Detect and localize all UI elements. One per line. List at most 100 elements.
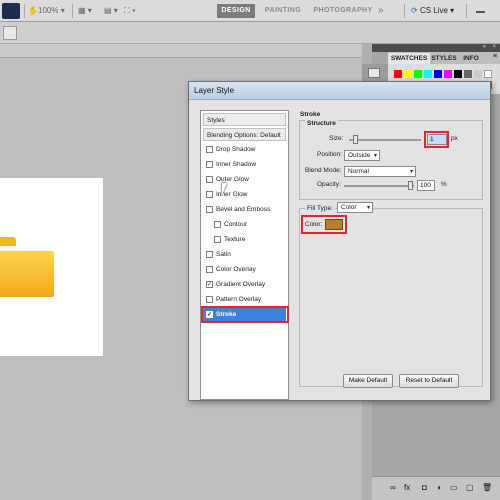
list-item-gradient-overlay[interactable]: ✓ Gradient Overlay bbox=[203, 278, 286, 291]
list-item-label: Pattern Overlay bbox=[216, 296, 262, 303]
satin-checkbox[interactable] bbox=[206, 251, 213, 258]
screen-mode-icon[interactable]: ⛶ ▾ bbox=[124, 4, 136, 18]
highlight-box bbox=[301, 215, 347, 234]
options-bar bbox=[0, 22, 500, 44]
link-layers-icon[interactable]: ∞ bbox=[390, 483, 396, 492]
separator bbox=[404, 4, 405, 18]
list-item-drop-shadow[interactable]: Drop Shadow bbox=[203, 143, 286, 156]
list-item-label: Inner Shadow bbox=[216, 161, 257, 168]
more-workspaces-button[interactable]: » bbox=[378, 4, 384, 18]
outer-glow-checkbox[interactable] bbox=[206, 176, 213, 183]
add-mask-icon[interactable]: ◘ bbox=[422, 483, 427, 492]
opacity-input[interactable]: 100 bbox=[417, 180, 435, 191]
size-slider-thumb[interactable] bbox=[353, 135, 358, 144]
workspace-painting[interactable]: PAINTING bbox=[260, 4, 306, 18]
list-item-label: Contour bbox=[224, 221, 248, 228]
opacity-slider-track[interactable] bbox=[344, 185, 414, 187]
layer-style-dialog: Layer Style Styles Blending Options: Def… bbox=[188, 81, 491, 401]
stroke-settings: Stroke Structure Size: 1 px Position: Ou… bbox=[299, 110, 483, 388]
drop-shadow-checkbox[interactable] bbox=[206, 146, 213, 153]
blend-mode-select[interactable]: Normal ▾ bbox=[344, 166, 416, 177]
separator bbox=[24, 4, 25, 18]
swatch[interactable] bbox=[464, 70, 472, 78]
ps-logo-icon bbox=[2, 3, 20, 19]
blend-mode-value: Normal bbox=[348, 168, 369, 175]
list-item-inner-glow[interactable]: Inner Glow bbox=[203, 188, 286, 201]
dialog-title: Layer Style bbox=[194, 86, 235, 95]
close-panels-icon[interactable]: × bbox=[492, 44, 496, 50]
dialog-title-bar[interactable]: Layer Style bbox=[189, 82, 490, 100]
position-select[interactable]: Outside ▾ bbox=[344, 150, 380, 161]
view-extras-icon[interactable]: ▦ ▾ bbox=[78, 4, 92, 18]
gradient-overlay-checkbox[interactable]: ✓ bbox=[206, 281, 213, 288]
swatch[interactable] bbox=[414, 70, 422, 78]
document-tab-bar bbox=[0, 44, 372, 58]
swatch[interactable] bbox=[394, 70, 402, 78]
list-item-satin[interactable]: Satin bbox=[203, 248, 286, 261]
inner-shadow-checkbox[interactable] bbox=[206, 161, 213, 168]
size-unit: px bbox=[451, 135, 458, 142]
separator bbox=[466, 4, 467, 18]
list-item-pattern-overlay[interactable]: Pattern Overlay bbox=[203, 293, 286, 306]
swatch[interactable] bbox=[454, 70, 462, 78]
inner-glow-checkbox[interactable] bbox=[206, 191, 213, 198]
bevel-emboss-checkbox[interactable] bbox=[206, 206, 213, 213]
list-item-inner-shadow[interactable]: Inner Shadow bbox=[203, 158, 286, 171]
panel-menu-icon[interactable]: ≡ bbox=[493, 53, 497, 60]
new-group-icon[interactable]: ▭ bbox=[450, 483, 458, 492]
cs-live-button[interactable]: ⟳ CS Live ▾ bbox=[411, 4, 454, 18]
list-item-label: Inner Glow bbox=[216, 191, 248, 198]
tool-preset-icon[interactable] bbox=[3, 26, 17, 40]
swatch[interactable] bbox=[484, 70, 492, 78]
opacity-slider-thumb[interactable] bbox=[408, 181, 413, 190]
swatch[interactable] bbox=[444, 70, 452, 78]
size-slider-track[interactable] bbox=[349, 139, 421, 141]
list-item-label: Satin bbox=[216, 251, 231, 258]
adjustment-layer-icon[interactable]: ◑ bbox=[436, 483, 441, 492]
list-item-styles[interactable]: Styles bbox=[203, 113, 286, 126]
list-item-contour[interactable]: Contour bbox=[203, 218, 286, 231]
contour-checkbox[interactable] bbox=[214, 221, 221, 228]
panel-footer: ∞ fx ◘ ◑ ▭ ▢ 🗑 bbox=[372, 476, 500, 500]
collapse-panels-icon[interactable]: » bbox=[483, 44, 486, 50]
new-layer-icon[interactable]: ▢ bbox=[466, 483, 474, 492]
list-item-texture[interactable]: Texture bbox=[203, 233, 286, 246]
chevron-down-icon: ▾ bbox=[409, 169, 413, 175]
list-item-color-overlay[interactable]: Color Overlay bbox=[203, 263, 286, 276]
pattern-overlay-checkbox[interactable] bbox=[206, 296, 213, 303]
list-item-blending-options[interactable]: Blending Options: Default bbox=[203, 128, 286, 141]
tab-swatches[interactable]: SWATCHES bbox=[388, 53, 430, 64]
tab-styles[interactable]: STYLES bbox=[430, 53, 458, 64]
add-style-icon[interactable]: fx bbox=[404, 483, 410, 492]
make-default-button[interactable]: Make Default bbox=[343, 374, 393, 388]
list-item-label: Outer Glow bbox=[216, 176, 249, 183]
delete-icon[interactable]: 🗑 bbox=[482, 483, 492, 492]
workspace-photography[interactable]: PHOTOGRAPHY bbox=[311, 4, 375, 18]
swatch[interactable] bbox=[474, 70, 482, 78]
separator bbox=[72, 4, 73, 18]
swatch[interactable] bbox=[424, 70, 432, 78]
zoom-menu[interactable]: 100% ▾ bbox=[38, 4, 65, 18]
tab-info[interactable]: INFO bbox=[460, 53, 482, 64]
opacity-label: Opacity: bbox=[317, 181, 341, 188]
workspace-design[interactable]: DESIGN bbox=[217, 4, 255, 18]
cs-live-label: CS Live bbox=[419, 6, 448, 15]
panel-tabs: SWATCHES STYLES INFO ≡ bbox=[388, 52, 500, 64]
texture-checkbox[interactable] bbox=[214, 236, 221, 243]
minimize-button[interactable] bbox=[476, 11, 485, 13]
color-overlay-checkbox[interactable] bbox=[206, 266, 213, 273]
arrange-documents-icon[interactable]: ▤ ▾ bbox=[104, 4, 118, 18]
mouse-cursor-icon bbox=[222, 183, 227, 195]
list-item-outer-glow[interactable]: Outer Glow bbox=[203, 173, 286, 186]
fill-type-group bbox=[299, 208, 483, 387]
hand-tool-icon[interactable]: ✋ bbox=[28, 4, 38, 18]
reset-default-button[interactable]: Reset to Default bbox=[399, 374, 459, 388]
swatches-panel-icon[interactable] bbox=[368, 68, 380, 78]
swatch[interactable] bbox=[404, 70, 412, 78]
application-bar: ✋ 100% ▾ ▦ ▾ ▤ ▾ ⛶ ▾ DESIGN PAINTING PHO… bbox=[0, 0, 500, 22]
list-item-label: Texture bbox=[224, 236, 246, 243]
list-item-bevel-emboss[interactable]: Bevel and Emboss bbox=[203, 203, 286, 216]
swatch[interactable] bbox=[434, 70, 442, 78]
fill-type-select[interactable]: Color ▾ bbox=[337, 202, 373, 213]
chevron-down-icon: ▾ bbox=[373, 153, 377, 159]
